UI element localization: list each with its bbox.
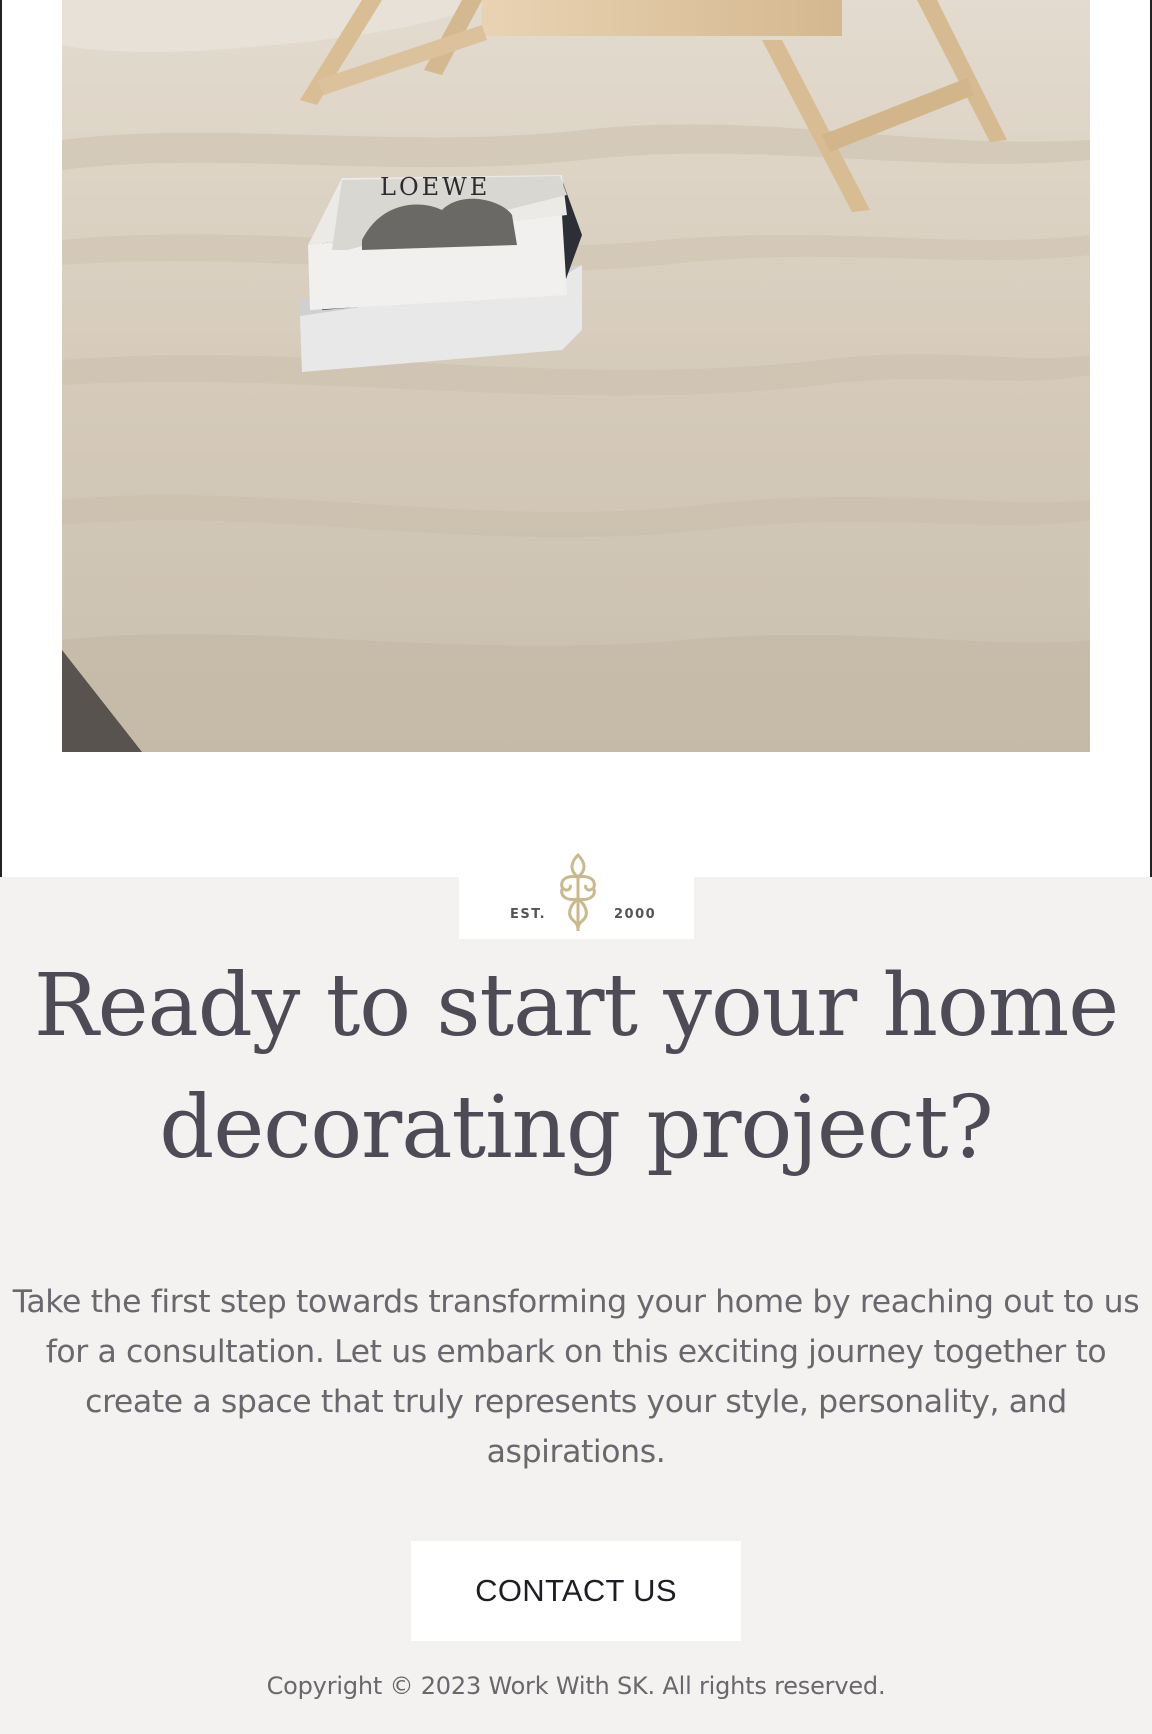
- copyright-text: Copyright © 2023 Work With SK. All right…: [266, 1672, 886, 1700]
- hero-image: LOEWE: [62, 0, 1090, 752]
- logo-year-label: 2000: [614, 907, 657, 922]
- contact-cta-section: EST. 2000 Ready to start your home decor…: [0, 852, 1152, 1734]
- contact-us-button[interactable]: CONTACT US: [411, 1541, 741, 1641]
- cta-headline: Ready to start your home decorating proj…: [33, 956, 1119, 1178]
- ornament-icon: [560, 852, 596, 932]
- logo-est-label: EST.: [510, 907, 547, 922]
- brand-logo: EST. 2000: [459, 852, 694, 939]
- book-title: LOEWE: [380, 173, 490, 201]
- cta-body-text: Take the first step towards transforming…: [12, 1284, 1140, 1470]
